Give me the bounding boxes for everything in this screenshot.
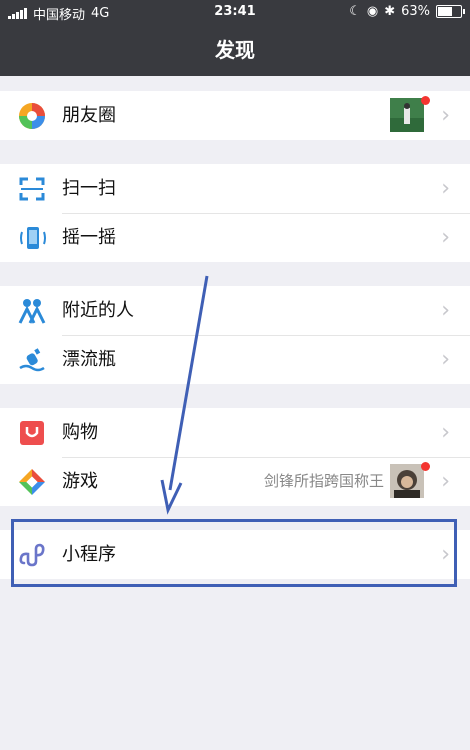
group-moments: 朋友圈 › bbox=[0, 91, 470, 140]
highlight-box bbox=[11, 519, 457, 587]
menu-item-label: 购物 bbox=[62, 422, 98, 443]
lock-rotation-icon: ◉ bbox=[366, 4, 379, 19]
menu-item-label: 朋友圈 bbox=[62, 105, 116, 126]
moments-icon bbox=[19, 103, 45, 129]
chevron-right-icon: › bbox=[441, 225, 450, 250]
group-scan-shake: 扫一扫 › 摇一摇 › bbox=[0, 164, 470, 262]
chevron-right-icon: › bbox=[441, 176, 450, 201]
chevron-right-icon: › bbox=[441, 469, 450, 494]
new-post-badge bbox=[421, 96, 430, 105]
game-thumbnail bbox=[390, 464, 424, 498]
page-title: 发现 bbox=[215, 38, 255, 62]
shopping-icon bbox=[20, 421, 44, 445]
group-nearby-bottle: 附近的人 › 漂流瓶 › bbox=[0, 286, 470, 384]
game-promo-text: 剑锋所指跨国称王 bbox=[263, 472, 384, 490]
people-nearby-icon bbox=[18, 299, 46, 324]
group-shopping-games: 购物 › 游戏 剑锋所指跨国称王 › bbox=[0, 408, 470, 506]
menu-item-label: 附近的人 bbox=[62, 300, 134, 321]
shake-icon bbox=[20, 227, 46, 249]
menu-item-label: 漂流瓶 bbox=[62, 349, 116, 370]
menu-item-label: 游戏 bbox=[62, 471, 98, 492]
drift-bottle-icon bbox=[19, 348, 45, 372]
bluetooth-icon: ✱ bbox=[384, 4, 396, 19]
status-bar: 中国移动 4G 23:41 ☾ ◉ ✱ 63% bbox=[0, 0, 470, 24]
nav-bar: 发现 bbox=[0, 24, 470, 76]
menu-item-scan[interactable]: 扫一扫 › bbox=[0, 164, 470, 213]
menu-item-shake[interactable]: 摇一摇 › bbox=[0, 213, 470, 262]
battery-icon bbox=[436, 5, 465, 18]
chevron-right-icon: › bbox=[441, 420, 450, 445]
menu-item-shopping[interactable]: 购物 › bbox=[0, 408, 470, 457]
new-game-badge bbox=[421, 462, 430, 471]
menu-item-games[interactable]: 游戏 剑锋所指跨国称王 › bbox=[0, 457, 470, 506]
scan-icon bbox=[19, 177, 45, 201]
moon-icon: ☾ bbox=[349, 4, 361, 19]
chevron-right-icon: › bbox=[441, 298, 450, 323]
menu-item-label: 摇一摇 bbox=[62, 227, 116, 248]
menu-item-people-nearby[interactable]: 附近的人 › bbox=[0, 286, 470, 335]
menu-item-moments[interactable]: 朋友圈 › bbox=[0, 91, 470, 140]
chevron-right-icon: › bbox=[441, 347, 450, 372]
menu-item-drift-bottle[interactable]: 漂流瓶 › bbox=[0, 335, 470, 384]
games-icon bbox=[19, 469, 45, 495]
menu-item-label: 扫一扫 bbox=[62, 178, 116, 199]
moments-thumbnail bbox=[390, 98, 424, 132]
chevron-right-icon: › bbox=[441, 103, 450, 128]
battery-percent: 63% bbox=[401, 4, 430, 19]
